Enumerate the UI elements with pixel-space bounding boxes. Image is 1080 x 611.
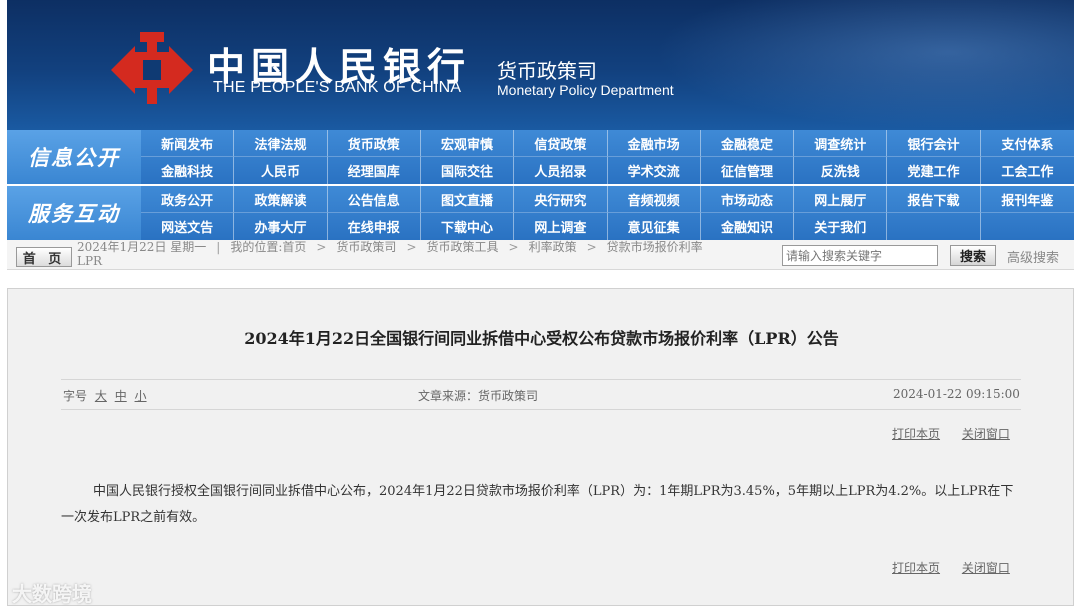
nav-item-feedback[interactable]: 意见征集	[608, 213, 701, 240]
info-nav-grid: 新闻发布 法律法规 货币政策 宏观审慎 信贷政策 金融市场 金融稳定 调查统计 …	[141, 130, 1074, 184]
banner-glow	[654, 0, 1074, 130]
nav-item-about-us[interactable]: 关于我们	[794, 213, 888, 240]
font-size-medium[interactable]: 中	[115, 389, 127, 403]
nav-item-online-filing[interactable]: 在线申报	[328, 213, 421, 240]
nav-item-academic[interactable]: 学术交流	[608, 157, 701, 184]
meta-divider-bottom	[61, 409, 1021, 410]
nav-item-fintech[interactable]: 金融科技	[141, 157, 235, 184]
nav-item-monetary-policy[interactable]: 货币政策	[327, 130, 421, 157]
service-nav-heading: 服务互动	[7, 186, 141, 240]
nav-item-union[interactable]: 工会工作	[981, 157, 1074, 184]
nav-item-service-hall[interactable]: 办事大厅	[234, 213, 328, 240]
font-size-label: 字号	[63, 389, 88, 403]
breadcrumb-item-lpr-tail[interactable]: LPR	[77, 254, 102, 268]
nav-item-accounting[interactable]: 银行会计	[887, 130, 981, 157]
font-size-controls: 字号 大 中 小	[63, 387, 147, 404]
breadcrumb-item-rate-policy[interactable]: 利率政策	[529, 240, 577, 254]
nav-item-party-building[interactable]: 党建工作	[887, 157, 981, 184]
close-window-link[interactable]: 关闭窗口	[962, 427, 1010, 441]
watermark-logo: 大数跨境	[12, 582, 92, 606]
info-nav: 信息公开 新闻发布 法律法规 货币政策 宏观审慎 信贷政策 金融市场 金融稳定 …	[7, 130, 1074, 184]
nav-item-audio-video[interactable]: 音频视频	[607, 186, 701, 213]
nav-item-international[interactable]: 国际交往	[421, 157, 515, 184]
nav-item-download-center[interactable]: 下载中心	[421, 213, 515, 240]
advanced-search-link[interactable]: 高级搜索	[1007, 247, 1059, 266]
department-name-en: Monetary Policy Department	[497, 82, 674, 98]
breadcrumb-item-tools[interactable]: 货币政策工具	[427, 240, 499, 254]
print-link[interactable]: 打印本页	[892, 561, 940, 575]
font-size-small[interactable]: 小	[135, 389, 147, 403]
pboc-emblem-icon	[111, 32, 193, 104]
breadcrumb: 2024年1月22日 星期一 | 我的位置:首页 > 货币政策司 > 货币政策工具 > 利率政策…	[77, 240, 703, 268]
info-nav-heading: 信息公开	[7, 130, 141, 184]
bank-name-en: THE PEOPLE'S BANK OF CHINA	[213, 79, 462, 96]
article-body: 中国人民银行授权全国银行间同业拆借中心公布，2024年1月22日贷款市场报价利率…	[61, 484, 1014, 525]
nav-item-online-exhibition[interactable]: 网上展厅	[794, 186, 888, 213]
close-window-link[interactable]: 关闭窗口	[962, 561, 1010, 575]
nav-item-recruitment[interactable]: 人员招录	[514, 157, 608, 184]
department-name-cn: 货币政策司	[497, 59, 597, 83]
nav-item-policy-interpretation[interactable]: 政策解读	[234, 186, 328, 213]
nav-item-statistics[interactable]: 调查统计	[794, 130, 888, 157]
meta-divider-top	[61, 379, 1021, 380]
nav-item-laws[interactable]: 法律法规	[234, 130, 328, 157]
nav-item-financial-stability[interactable]: 金融稳定	[700, 130, 795, 157]
nav-item-live[interactable]: 图文直播	[420, 186, 515, 213]
nav-item-aml[interactable]: 反洗钱	[794, 157, 888, 184]
nav-item-survey[interactable]: 网上调查	[514, 213, 608, 240]
article-tools-top: 打印本页 关闭窗口	[874, 425, 1010, 442]
nav-item-news[interactable]: 新闻发布	[141, 130, 235, 157]
breadcrumb-bar: 首 页 2024年1月22日 星期一 | 我的位置:首页 > 货币政策司 > 货币政策工具 >…	[7, 240, 1074, 270]
article-source: 文章来源：货币政策司	[418, 389, 539, 403]
nav-item-credit-policy[interactable]: 信贷政策	[514, 130, 608, 157]
nav-item-gov-affairs[interactable]: 政务公开	[141, 186, 235, 213]
nav-item-empty	[981, 213, 1074, 240]
nav-item-rmb[interactable]: 人民币	[234, 157, 328, 184]
nav-item-credit-reference[interactable]: 征信管理	[701, 157, 795, 184]
breadcrumb-item-lpr[interactable]: 贷款市场报价利率	[607, 240, 703, 254]
nav-item-payment[interactable]: 支付体系	[980, 130, 1074, 157]
nav-item-documents[interactable]: 网送文告	[141, 213, 235, 240]
article-title: 2024年1月22日全国银行间同业拆借中心受权公布贷款市场报价利率（LPR）公告	[244, 329, 839, 348]
article-datetime: 2024-01-22 09:15:00	[893, 387, 1020, 401]
article-tools-bottom: 打印本页 关闭窗口	[874, 559, 1010, 576]
home-button[interactable]: 首 页	[16, 247, 72, 267]
article-panel: 2024年1月22日全国银行间同业拆借中心受权公布贷款市场报价利率（LPR）公告…	[7, 288, 1074, 606]
current-date: 2024年1月22日 星期一	[77, 240, 207, 254]
nav-item-empty	[887, 213, 981, 240]
nav-item-market-news[interactable]: 市场动态	[700, 186, 795, 213]
service-nav-grid: 政务公开 政策解读 公告信息 图文直播 央行研究 音频视频 市场动态 网上展厅 …	[141, 186, 1074, 240]
nav-item-financial-markets[interactable]: 金融市场	[607, 130, 701, 157]
nav-item-financial-knowledge[interactable]: 金融知识	[701, 213, 795, 240]
search-button[interactable]: 搜索	[950, 245, 996, 266]
nav-item-announcements[interactable]: 公告信息	[327, 186, 421, 213]
nav-item-yearbook[interactable]: 报刊年鉴	[980, 186, 1074, 213]
print-link[interactable]: 打印本页	[892, 427, 940, 441]
nav-item-treasury[interactable]: 经理国库	[328, 157, 421, 184]
nav-item-macroprudential[interactable]: 宏观审慎	[420, 130, 515, 157]
nav-item-report-download[interactable]: 报告下载	[887, 186, 981, 213]
font-size-large[interactable]: 大	[95, 389, 107, 403]
service-nav: 服务互动 政务公开 政策解读 公告信息 图文直播 央行研究 音频视频 市场动态 …	[7, 186, 1074, 240]
nav-item-research[interactable]: 央行研究	[514, 186, 608, 213]
location-label[interactable]: 我的位置:首页	[230, 240, 306, 254]
breadcrumb-item-dept[interactable]: 货币政策司	[336, 240, 396, 254]
site-banner: 中国人民银行 THE PEOPLE'S BANK OF CHINA 货币政策司 …	[7, 0, 1074, 130]
search-input[interactable]	[782, 245, 938, 266]
